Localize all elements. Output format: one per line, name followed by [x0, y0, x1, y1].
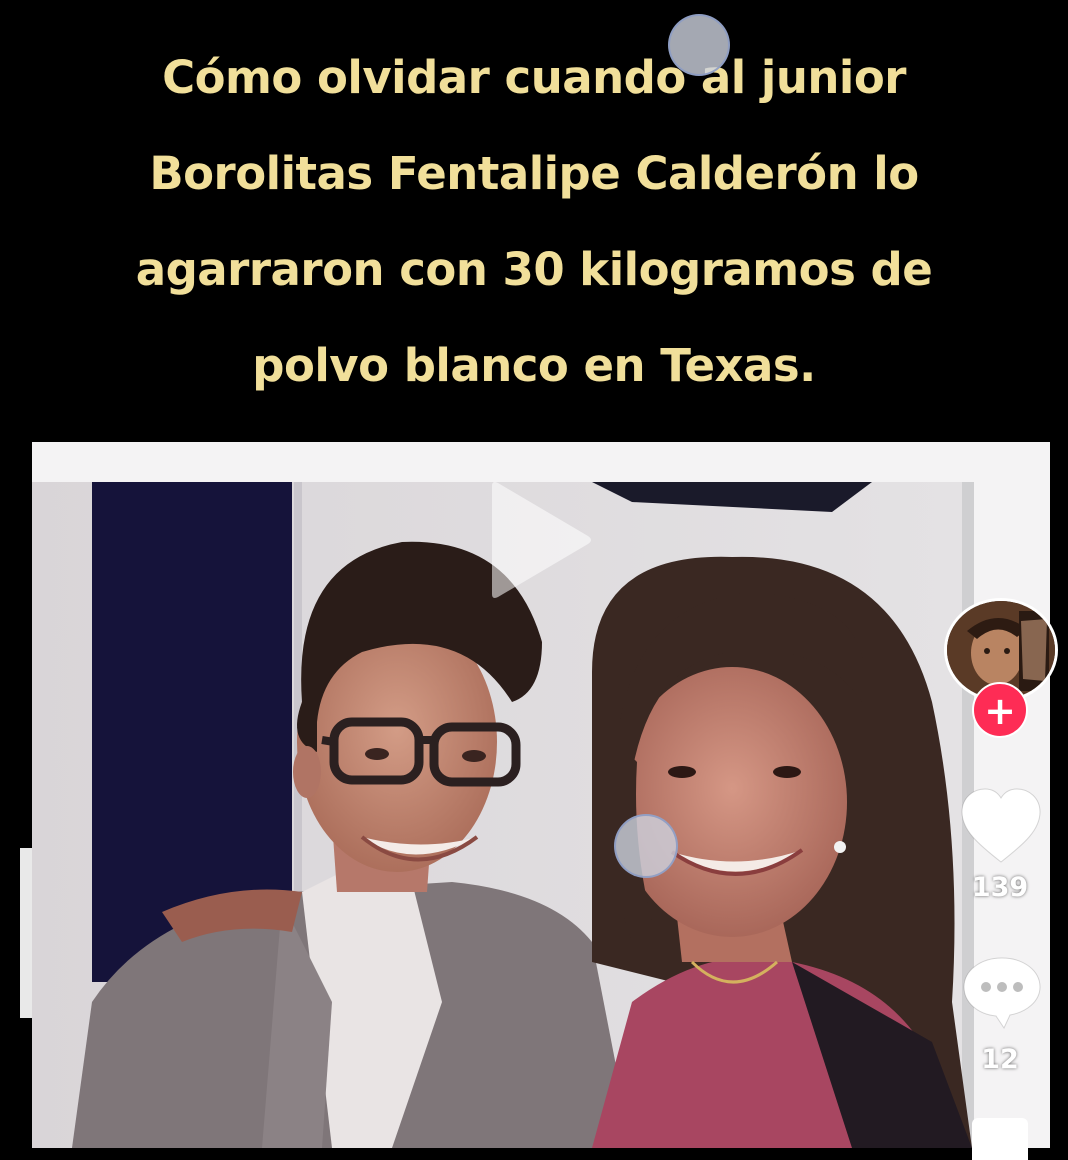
- tap-indicator-top: [668, 14, 730, 76]
- tiktok-video-screen: Cómo olvidar cuando al junior Borolitas …: [0, 0, 1068, 1160]
- caption-line-2: Borolitas Fentalipe Calderón lo: [149, 147, 919, 200]
- video-caption: Cómo olvidar cuando al junior Borolitas …: [20, 30, 1048, 414]
- share-button-partial[interactable]: [972, 1118, 1028, 1160]
- comment-count: 12: [981, 1044, 1019, 1075]
- caption-line-4: polvo blanco en Texas.: [252, 339, 816, 392]
- heart-icon[interactable]: [958, 786, 1044, 866]
- comment-bubble-icon[interactable]: [960, 954, 1044, 1030]
- like-count: 139: [971, 872, 1029, 903]
- tap-indicator-center: [614, 814, 678, 878]
- play-icon[interactable]: [484, 478, 594, 602]
- video-player[interactable]: [32, 442, 1050, 1148]
- caption-line-1: Cómo olvidar cuando al junior: [162, 51, 906, 104]
- left-edge-graphic: [20, 848, 32, 1018]
- follow-button[interactable]: +: [972, 682, 1028, 738]
- caption-line-3: agarraron con 30 kilogramos de: [135, 243, 933, 296]
